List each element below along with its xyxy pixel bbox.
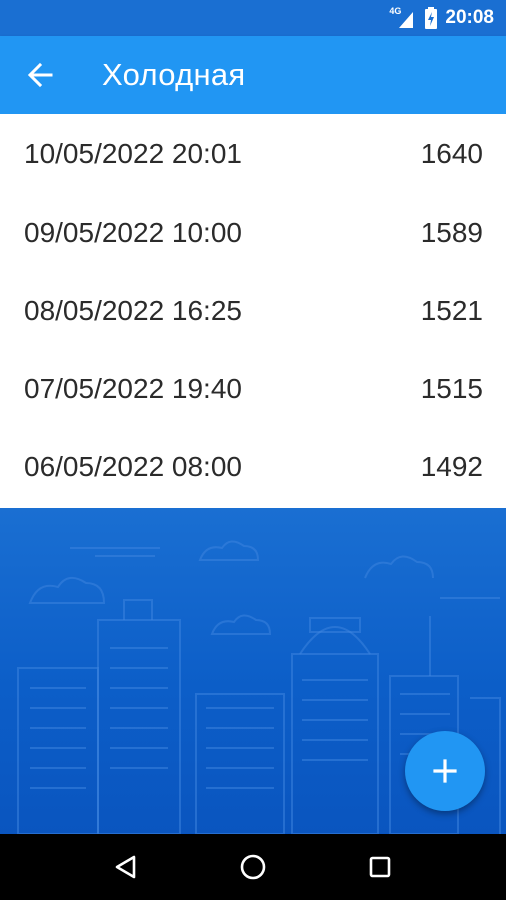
home-circle-icon bbox=[240, 854, 266, 880]
nav-recents-button[interactable] bbox=[355, 842, 405, 892]
reading-row[interactable]: 06/05/2022 08:00 1492 bbox=[0, 428, 506, 506]
reading-datetime: 08/05/2022 16:25 bbox=[24, 295, 242, 326]
readings-list: 10/05/2022 20:01 1640 09/05/2022 10:00 1… bbox=[0, 114, 506, 508]
recents-square-icon bbox=[370, 856, 391, 878]
reading-datetime: 06/05/2022 08:00 bbox=[24, 451, 242, 482]
system-navigation-bar bbox=[0, 834, 506, 900]
nav-home-button[interactable] bbox=[228, 842, 278, 892]
battery-charging-icon bbox=[425, 7, 438, 29]
app-bar: Холодная bbox=[0, 36, 506, 114]
cloud-icon bbox=[210, 614, 272, 635]
cloud-icon bbox=[364, 555, 434, 579]
add-reading-button[interactable] bbox=[405, 731, 485, 811]
reading-value: 1521 bbox=[420, 295, 483, 326]
cloud-icon bbox=[198, 540, 260, 561]
reading-value: 1492 bbox=[420, 451, 483, 482]
signal-indicator: 4G bbox=[389, 6, 417, 30]
network-type-label: 4G bbox=[389, 6, 402, 16]
reading-value: 1515 bbox=[420, 373, 483, 404]
back-button[interactable] bbox=[20, 55, 60, 95]
reading-value: 1589 bbox=[420, 217, 483, 248]
status-bar: 4G 20:08 bbox=[0, 0, 506, 36]
reading-row[interactable]: 07/05/2022 19:40 1515 bbox=[0, 350, 506, 428]
back-triangle-icon bbox=[115, 855, 135, 879]
arrow-left-icon bbox=[27, 62, 53, 88]
reading-row[interactable]: 09/05/2022 10:00 1589 bbox=[0, 194, 506, 272]
plus-icon bbox=[433, 759, 457, 783]
page-title: Холодная bbox=[102, 57, 246, 92]
reading-datetime: 10/05/2022 20:01 bbox=[24, 138, 242, 169]
reading-datetime: 07/05/2022 19:40 bbox=[24, 373, 242, 404]
reading-value: 1640 bbox=[420, 138, 483, 169]
reading-row[interactable]: 10/05/2022 20:01 1640 bbox=[0, 114, 506, 194]
cloud-icon bbox=[28, 576, 106, 604]
status-time: 20:08 bbox=[445, 7, 494, 28]
reading-datetime: 09/05/2022 10:00 bbox=[24, 217, 242, 248]
nav-back-button[interactable] bbox=[101, 842, 151, 892]
reading-row[interactable]: 08/05/2022 16:25 1521 bbox=[0, 272, 506, 350]
